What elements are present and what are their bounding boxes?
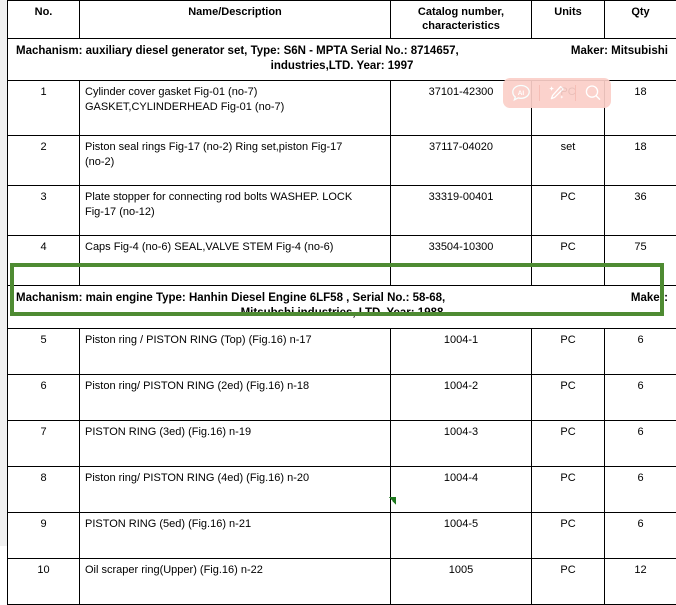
- column-header-catalog-line2: characteristics: [422, 20, 500, 32]
- watermark-divider: [539, 85, 540, 101]
- cell-catalog: 37117-04020: [391, 136, 532, 186]
- cell-qty: 6: [605, 467, 676, 513]
- column-header-catalog-line1: Catalog number,: [418, 6, 504, 18]
- column-header-name[interactable]: Name/Description: [80, 1, 391, 39]
- cell-units: PC: [532, 329, 605, 375]
- table-row[interactable]: 8 Piston ring/ PISTON RING (4ed) (Fig.16…: [8, 467, 676, 513]
- table-row[interactable]: 9 PISTON RING (5ed) (Fig.16) n-21 1004-5…: [8, 513, 676, 559]
- cell-name: Piston ring / PISTON RING (Top) (Fig.16)…: [80, 329, 391, 375]
- cell-no: 1: [8, 81, 80, 136]
- cell-name: Piston ring/ PISTON RING (4ed) (Fig.16) …: [80, 467, 391, 513]
- table-row[interactable]: 2 Piston seal rings Fig-17 (no-2) Ring s…: [8, 136, 676, 186]
- section-cell: Machanism: main engine Type: Hanhin Dies…: [8, 286, 676, 329]
- cell-catalog: 1004-1: [391, 329, 532, 375]
- section-line1: Machanism: main engine Type: Hanhin Dies…: [16, 291, 668, 306]
- cell-catalog: 1004-3: [391, 421, 532, 467]
- cell-catalog: 33319-00401: [391, 186, 532, 236]
- table-header: No. Name/Description Catalog number, cha…: [8, 1, 676, 39]
- cell-no: 8: [8, 467, 80, 513]
- cell-units: PC: [532, 513, 605, 559]
- cell-catalog: 1005: [391, 559, 532, 605]
- parts-list-sheet: No. Name/Description Catalog number, cha…: [0, 0, 676, 546]
- column-header-units[interactable]: Units: [532, 1, 605, 39]
- cell-name-line2: Fig-17 (no-12): [85, 206, 155, 218]
- cell-qty: 6: [605, 513, 676, 559]
- search-icon[interactable]: [581, 82, 605, 104]
- cell-qty: 18: [605, 81, 676, 136]
- cell-name: Caps Fig-4 (no-6) SEAL,VALVE STEM Fig-4 …: [80, 236, 391, 286]
- column-header-catalog[interactable]: Catalog number, characteristics: [391, 1, 532, 39]
- cell-catalog: 33504-10300: [391, 236, 532, 286]
- cell-name: Plate stopper for connecting rod bolts W…: [80, 186, 391, 236]
- section-maker: Maker: Mitsubishi: [571, 44, 668, 59]
- cell-qty: 18: [605, 136, 676, 186]
- cell-qty: 6: [605, 421, 676, 467]
- section-text: Machanism: main engine Type: Hanhin Dies…: [16, 291, 668, 321]
- column-header-no[interactable]: No.: [8, 1, 80, 39]
- section-line2: industries,LTD. Year: 1997: [16, 59, 668, 74]
- cell-name: Piston seal rings Fig-17 (no-2) Ring set…: [80, 136, 391, 186]
- cell-no: 4: [8, 236, 80, 286]
- cell-catalog: 1004-5: [391, 513, 532, 559]
- cell-units: PC: [532, 186, 605, 236]
- cell-catalog: 1004-4: [391, 467, 532, 513]
- cell-units: set: [532, 136, 605, 186]
- table-row[interactable]: 4 Caps Fig-4 (no-6) SEAL,VALVE STEM Fig-…: [8, 236, 676, 286]
- cell-qty: 36: [605, 186, 676, 236]
- table-row[interactable]: 10 Oil scraper ring(Upper) (Fig.16) n-22…: [8, 559, 676, 605]
- cell-no: 5: [8, 329, 80, 375]
- section-text: Machanism: auxiliary diesel generator se…: [16, 44, 668, 74]
- ai-toolbar-watermark[interactable]: AI: [503, 78, 611, 108]
- ai-bubble-icon[interactable]: AI: [509, 82, 533, 104]
- cell-no: 6: [8, 375, 80, 421]
- column-header-qty[interactable]: Qty: [605, 1, 676, 39]
- cell-name: PISTON RING (5ed) (Fig.16) n-21: [80, 513, 391, 559]
- cell-qty: 75: [605, 236, 676, 286]
- svg-text:AI: AI: [518, 90, 525, 97]
- section-maker: Maker:: [631, 291, 668, 306]
- section-row-main-engine[interactable]: Machanism: main engine Type: Hanhin Dies…: [8, 286, 676, 329]
- table-row[interactable]: 6 Piston ring/ PISTON RING (2ed) (Fig.16…: [8, 375, 676, 421]
- cell-qty: 6: [605, 329, 676, 375]
- table-header-row: No. Name/Description Catalog number, cha…: [8, 1, 676, 39]
- cell-units: PC: [532, 559, 605, 605]
- cell-units: PC: [532, 421, 605, 467]
- cell-name: PISTON RING (3ed) (Fig.16) n-19: [80, 421, 391, 467]
- cell-name-line2: (no-2): [85, 156, 114, 168]
- cell-units: PC: [532, 236, 605, 286]
- cell-name: Cylinder cover gasket Fig-01 (no-7) GASK…: [80, 81, 391, 136]
- watermark-divider: [575, 85, 576, 101]
- cell-name-line1: Cylinder cover gasket Fig-01 (no-7): [85, 86, 257, 98]
- section-cell: Machanism: auxiliary diesel generator se…: [8, 38, 676, 81]
- cell-no: 2: [8, 136, 80, 186]
- magic-wand-icon[interactable]: [545, 82, 569, 104]
- cell-catalog: 1004-2: [391, 375, 532, 421]
- cell-no: 10: [8, 559, 80, 605]
- cell-name-line2: GASKET,CYLINDERHEAD Fig-01 (no-7): [85, 101, 284, 113]
- cell-no: 9: [8, 513, 80, 559]
- cell-name-line1: Plate stopper for connecting rod bolts W…: [85, 191, 352, 203]
- cell-units: PC: [532, 467, 605, 513]
- section-line2: Mitsubshi industries, LTD. Year: 1988: [16, 306, 668, 321]
- cell-qty: 6: [605, 375, 676, 421]
- cell-no: 3: [8, 186, 80, 236]
- section-row-auxiliary-generator[interactable]: Machanism: auxiliary diesel generator se…: [8, 38, 676, 81]
- cell-name-line1: Piston seal rings Fig-17 (no-2) Ring set…: [85, 141, 342, 153]
- cell-name-line1: Caps Fig-4 (no-6) SEAL,VALVE STEM Fig-4 …: [85, 241, 333, 253]
- table-row[interactable]: 7 PISTON RING (3ed) (Fig.16) n-19 1004-3…: [8, 421, 676, 467]
- cell-name: Oil scraper ring(Upper) (Fig.16) n-22: [80, 559, 391, 605]
- cell-qty: 12: [605, 559, 676, 605]
- cell-selection-marker: [389, 497, 396, 505]
- table-body: Machanism: auxiliary diesel generator se…: [8, 38, 676, 605]
- cell-units: PC: [532, 375, 605, 421]
- cell-name: Piston ring/ PISTON RING (2ed) (Fig.16) …: [80, 375, 391, 421]
- cell-no: 7: [8, 421, 80, 467]
- table-row[interactable]: 3 Plate stopper for connecting rod bolts…: [8, 186, 676, 236]
- table-row[interactable]: 5 Piston ring / PISTON RING (Top) (Fig.1…: [8, 329, 676, 375]
